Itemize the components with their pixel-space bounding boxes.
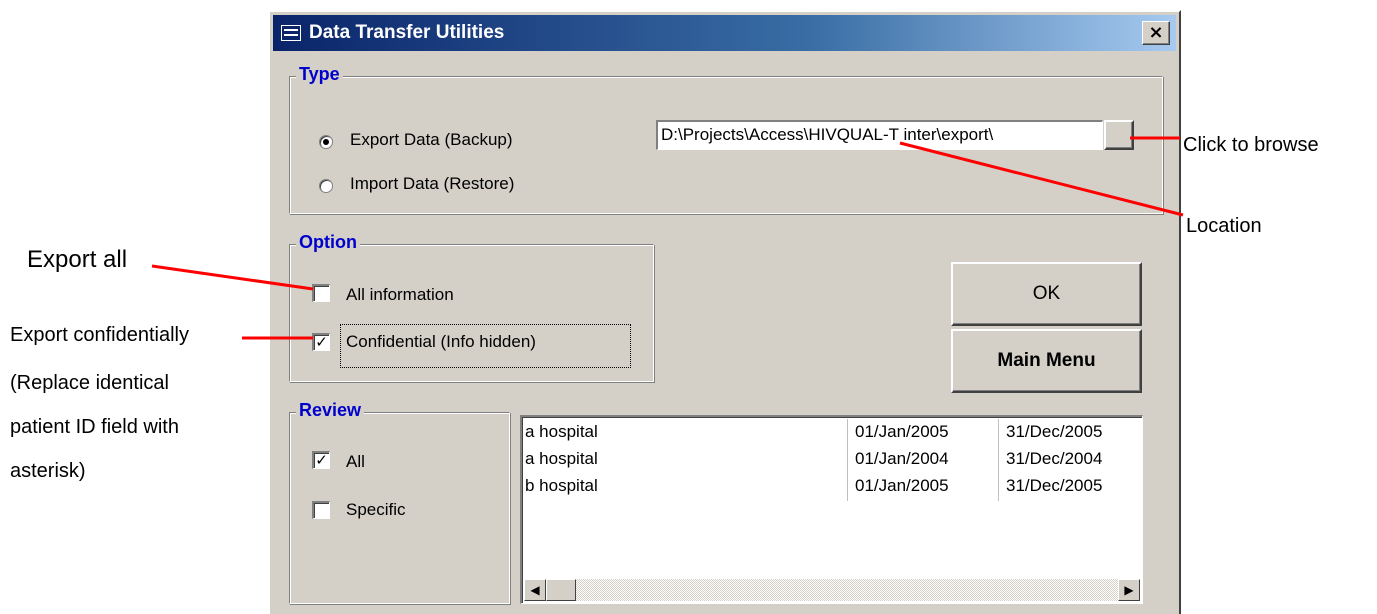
confidential-annotation-line3: patient ID field with <box>10 416 179 438</box>
confidential-annotation-line4: asterisk) <box>10 460 86 482</box>
location-callout-line <box>899 141 1184 217</box>
export-all-callout-line <box>151 264 314 291</box>
confidential-annotation-line2: (Replace identical <box>10 372 169 394</box>
location-annotation: Location <box>1186 215 1262 237</box>
browse-annotation: Click to browse <box>1183 134 1319 156</box>
export-all-annotation: Export all <box>27 246 128 273</box>
confidential-annotation-line1: Export confidentially <box>10 324 189 346</box>
annotation-lines <box>151 136 1184 340</box>
